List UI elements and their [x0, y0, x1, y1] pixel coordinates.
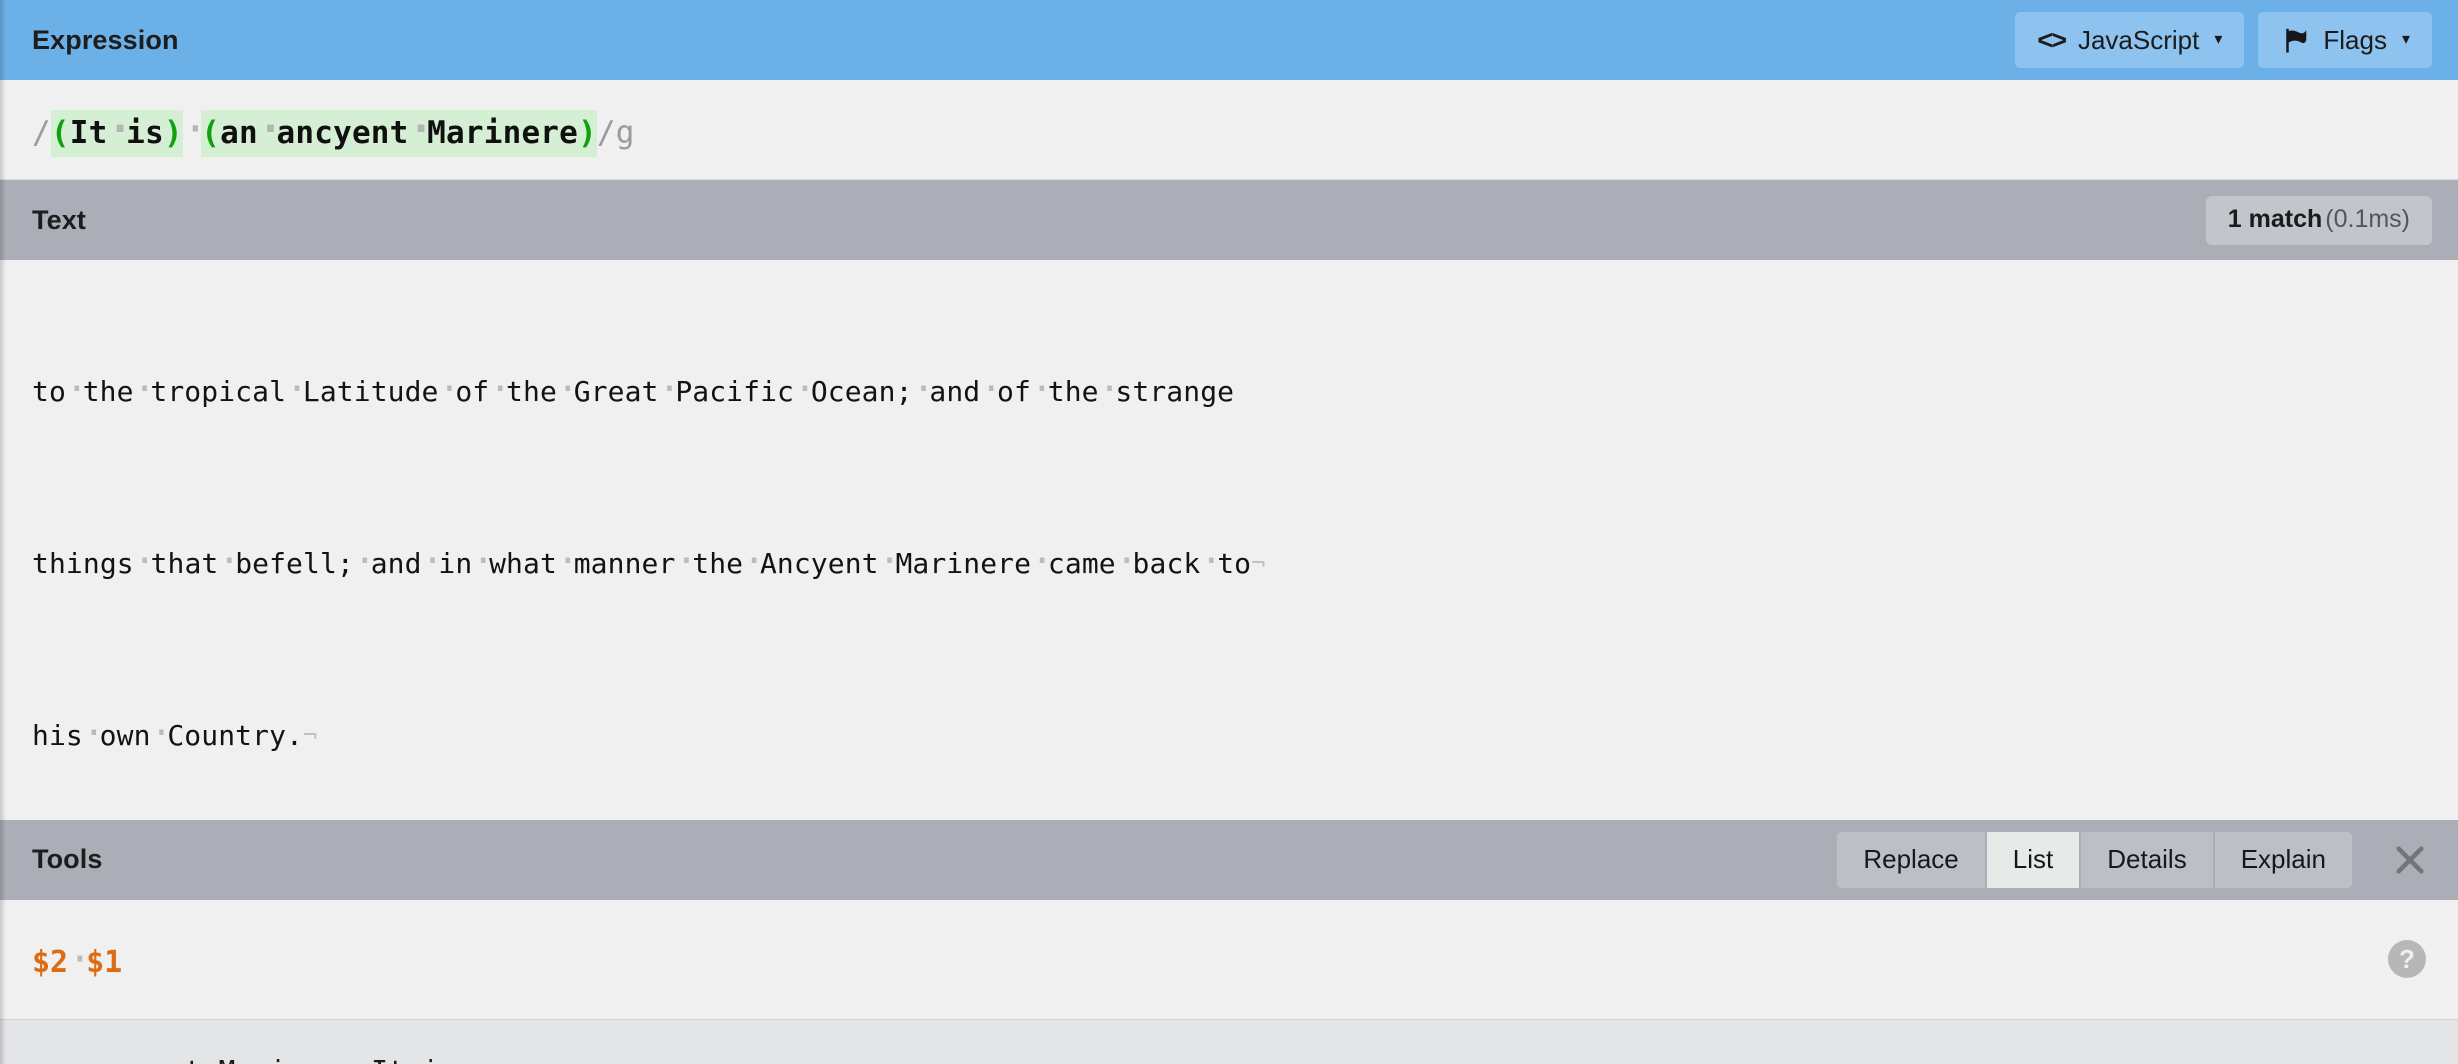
expression-open-delimiter: / [32, 115, 51, 152]
help-icon[interactable]: ? [2388, 940, 2426, 979]
group-close-paren: ) [163, 115, 183, 152]
expression-close-delimiter: / [596, 115, 616, 152]
match-count-badge: 1 match (0.1ms) [2205, 195, 2432, 245]
language-select-button[interactable]: <> JavaScript ▾ [2015, 12, 2245, 68]
newline-glyph: ¬ [1251, 549, 1266, 577]
expression-code[interactable]: /(Itis)(anancyentMarinere)/g [32, 104, 635, 158]
expression-header-controls: <> JavaScript ▾ Flags ▾ [2015, 12, 2432, 68]
replace-token-1: $2 [32, 944, 69, 980]
space-dot [183, 104, 202, 154]
tool-result-output: an ancyent Marinere It is [0, 1019, 2458, 1064]
text-line: hisownCountry.¬ [32, 711, 2426, 754]
text-line-clipped: tothetropicalLatitudeoftheGreatPacificOc… [32, 367, 2426, 410]
match-time-value: (0.1ms) [2325, 204, 2410, 233]
flag-icon [2280, 25, 2310, 55]
regex-tester-app: Expression <> JavaScript ▾ Flags ▾ /(Iti… [0, 0, 2458, 1064]
space-dot [409, 104, 428, 154]
tools-button-group: Replace List Details Explain [1837, 831, 2352, 888]
space-dot [68, 937, 86, 982]
match-count-value: 1 match [2227, 204, 2323, 233]
tools-header-controls: Replace List Details Explain [1837, 831, 2432, 888]
text-panel-header: Text 1 match (0.1ms) [0, 180, 2458, 260]
text-editor[interactable]: tothetropicalLatitudeoftheGreatPacificOc… [0, 260, 2458, 820]
text-header-controls: 1 match (0.1ms) [2205, 195, 2432, 245]
text-panel-title: Text [32, 204, 86, 235]
flags-select-label: Flags [2323, 24, 2387, 55]
group-open-paren: ( [50, 115, 70, 152]
tool-details-button[interactable]: Details [2081, 831, 2213, 888]
newline-glyph: ¬ [303, 721, 318, 749]
chevron-down-icon: ▾ [2214, 31, 2223, 48]
capture-group-1: (Itis) [50, 110, 183, 158]
expression-panel-title: Expression [32, 24, 179, 55]
expression-editor[interactable]: /(Itis)(anancyentMarinere)/g [0, 80, 2458, 180]
text-line: thingsthatbefell;andinwhatmannertheAncye… [32, 539, 2426, 582]
replace-token-2: $1 [86, 944, 123, 980]
chevron-down-icon: ▾ [2401, 31, 2410, 48]
expression-panel-header: Expression <> JavaScript ▾ Flags ▾ [0, 0, 2458, 80]
tools-panel-title: Tools [32, 844, 103, 875]
tools-panel-header: Tools Replace List Details Explain [0, 819, 2458, 900]
space-dot [107, 104, 126, 154]
replace-pattern-code[interactable]: $2 $1 [32, 937, 122, 982]
tool-replace-button[interactable]: Replace [1837, 831, 1985, 888]
space-dot [258, 104, 277, 154]
close-icon[interactable] [2388, 838, 2432, 882]
capture-group-2: (anancyentMarinere) [201, 110, 597, 158]
language-select-label: JavaScript [2077, 24, 2200, 55]
tool-explain-button[interactable]: Explain [2214, 831, 2352, 888]
code-icon: <> [2037, 24, 2067, 55]
tool-list-button[interactable]: List [1986, 831, 2080, 888]
flags-select-button[interactable]: Flags ▾ [2258, 12, 2432, 68]
replace-pattern-editor[interactable]: $2 $1 ? [0, 899, 2458, 1020]
expression-flags: g [615, 115, 635, 152]
result-text: an ancyent Marinere It is [32, 1054, 2426, 1064]
group-open-paren: ( [201, 115, 221, 152]
text-editor-content[interactable]: tothetropicalLatitudeoftheGreatPacificOc… [32, 260, 2426, 820]
group-close-paren: ) [578, 115, 597, 152]
